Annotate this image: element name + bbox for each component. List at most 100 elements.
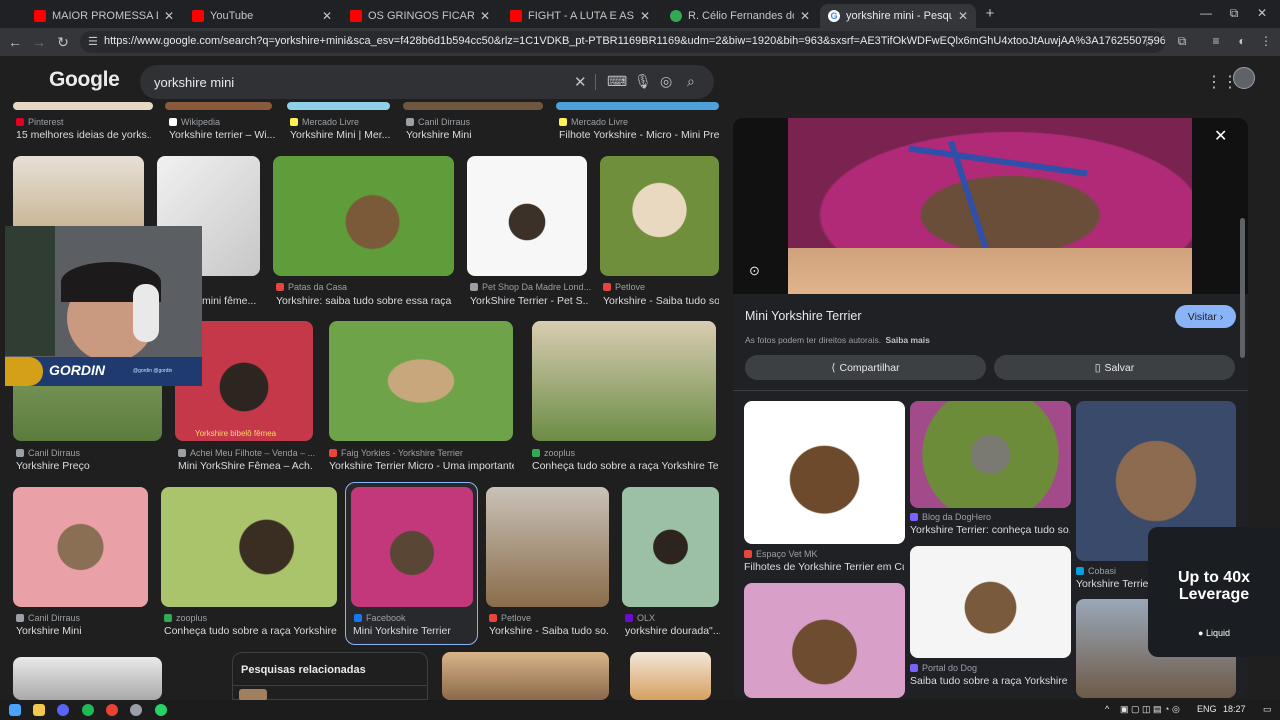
profile-icon[interactable]: ◐ xyxy=(1234,34,1250,48)
source-label[interactable]: Cobasi xyxy=(1076,566,1116,576)
restore-button[interactable]: ⧉ xyxy=(1224,6,1244,21)
discord-icon[interactable] xyxy=(57,704,69,716)
related-caption[interactable]: Saiba tudo sobre a raça Yorkshire ... xyxy=(910,675,1070,687)
result-caption[interactable]: Yorkshire - Saiba tudo so... xyxy=(489,625,609,637)
ad-overlay[interactable]: Up to 40x Leverage ● Liquid xyxy=(1148,527,1280,657)
mic-icon[interactable]: 🎙 xyxy=(634,73,652,90)
source-label[interactable]: Petlove xyxy=(489,613,531,623)
google-logo[interactable]: Google xyxy=(49,68,120,92)
close-tab-icon[interactable]: ✕ xyxy=(164,9,174,23)
result-caption[interactable]: Yorkshire terrier – Wi... xyxy=(169,129,279,141)
result-caption[interactable]: 15 melhores ideias de yorks... xyxy=(16,129,151,141)
tab-1[interactable]: MAIOR PROMESSA DO BASQUE ✕ xyxy=(26,4,182,28)
tab-active[interactable]: G yorkshire mini - Pesquisa Goog ✕ xyxy=(820,4,976,28)
source-label[interactable]: Canil Dirraus xyxy=(16,448,80,458)
result-caption[interactable]: YorkShire Terrier - Pet S... xyxy=(470,295,588,307)
chrome-icon[interactable] xyxy=(106,704,118,716)
close-tab-icon[interactable]: ✕ xyxy=(800,9,810,23)
result-image[interactable] xyxy=(630,652,711,700)
related-image[interactable] xyxy=(910,546,1071,658)
close-tab-icon[interactable]: ✕ xyxy=(640,9,650,23)
source-label[interactable]: Pinterest xyxy=(16,117,64,127)
windows-start-icon[interactable] xyxy=(9,704,21,716)
panel-scrollbar[interactable] xyxy=(1240,218,1245,358)
result-image[interactable] xyxy=(600,156,719,276)
result-caption[interactable]: mini fême... xyxy=(202,295,262,307)
lens-search-icon[interactable]: ⊙ xyxy=(749,263,760,279)
result-caption[interactable]: Yorkshire Mini | Mer... xyxy=(290,129,400,141)
visit-button[interactable]: Visitar › xyxy=(1175,305,1236,328)
result-caption[interactable]: Mini YorkShire Fêmea – Ach... xyxy=(178,460,313,472)
tab-3[interactable]: OS GRINGOS FICARAM em CHO ✕ xyxy=(342,4,498,28)
source-label[interactable]: Canil Dirraus xyxy=(16,613,80,623)
notification-icon[interactable]: ▭ xyxy=(1263,704,1272,715)
search-box[interactable]: yorkshire mini ✕ ⌨ 🎙 ◎ ⌕ xyxy=(140,65,714,99)
share-button[interactable]: ⟨ Compartilhar xyxy=(745,355,986,380)
result-image[interactable] xyxy=(403,102,543,110)
tab-2[interactable]: YouTube ✕ xyxy=(184,4,340,28)
source-label[interactable]: Wikipedia xyxy=(169,117,220,127)
close-window-button[interactable]: ✕ xyxy=(1252,6,1272,20)
keyboard-icon[interactable]: ⌨ xyxy=(607,73,627,90)
spotify-icon[interactable] xyxy=(82,704,94,716)
related-searches-card[interactable]: Pesquisas relacionadas xyxy=(232,652,428,701)
back-icon[interactable]: ← xyxy=(7,34,23,50)
close-tab-icon[interactable]: ✕ xyxy=(322,9,332,23)
clock[interactable]: 18:27 xyxy=(1223,704,1246,714)
result-caption[interactable]: Yorkshire: saiba tudo sobre essa raça ..… xyxy=(276,295,454,307)
result-image[interactable] xyxy=(13,487,148,607)
save-button[interactable]: ▯ Salvar xyxy=(994,355,1235,380)
result-image[interactable] xyxy=(161,487,337,607)
result-image[interactable] xyxy=(273,156,454,276)
tray-chevron-icon[interactable]: ^ xyxy=(1105,704,1109,714)
preview-title[interactable]: Mini Yorkshire Terrier xyxy=(745,309,861,323)
result-caption[interactable]: Yorkshire - Saiba tudo so... xyxy=(603,295,719,307)
tab-5[interactable]: R. Célio Fernandes dos Santos ✕ xyxy=(662,4,818,28)
bookmark-star-icon[interactable]: ☆ xyxy=(1141,34,1157,50)
related-image[interactable] xyxy=(744,583,905,698)
search-icon[interactable]: ⌕ xyxy=(687,73,695,90)
result-caption[interactable]: Yorkshire Preço xyxy=(16,460,161,472)
clear-icon[interactable]: ✕ xyxy=(574,73,587,91)
result-image[interactable] xyxy=(622,487,719,607)
search-input[interactable]: yorkshire mini xyxy=(154,75,234,90)
close-tab-icon[interactable]: ✕ xyxy=(480,9,490,23)
source-label[interactable]: Patas da Casa xyxy=(276,282,347,292)
related-caption[interactable]: Filhotes de Yorkshire Terrier em Cu... xyxy=(744,561,904,573)
avatar[interactable] xyxy=(1233,67,1255,89)
whatsapp-icon[interactable] xyxy=(155,704,167,716)
tab-4[interactable]: FIGHT - A LUTA E AS OPERAÇÕ ✕ xyxy=(502,4,658,28)
address-bar[interactable]: ☰ https://www.google.com/search?q=yorksh… xyxy=(80,31,1165,53)
result-image[interactable] xyxy=(13,657,162,700)
source-label[interactable]: Blog da DogHero xyxy=(910,512,991,522)
source-label[interactable]: zooplus xyxy=(164,613,207,623)
result-image[interactable] xyxy=(165,102,272,110)
result-caption[interactable]: Yorkshire Mini xyxy=(16,625,146,637)
reload-icon[interactable]: ↻ xyxy=(55,34,71,51)
result-caption[interactable]: yorkshire dourada"... xyxy=(625,625,720,637)
obs-icon[interactable] xyxy=(130,704,142,716)
result-caption[interactable]: Conheça tudo sobre a raça Yorkshire ... xyxy=(164,625,337,637)
related-image[interactable] xyxy=(744,401,905,544)
related-caption[interactable]: Yorkshire Terrier: conheça tudo so... xyxy=(910,524,1070,536)
result-caption[interactable]: Filhote Yorkshire - Micro - Mini Pre... xyxy=(559,129,719,141)
result-image[interactable] xyxy=(13,102,153,110)
tray-icons[interactable]: ▣ ▢ ◫ ▤ ◔ ◎ xyxy=(1120,704,1180,715)
learn-more-link[interactable]: Saiba mais xyxy=(885,335,929,345)
related-caption[interactable]: Yorkshire Terrier: xyxy=(1076,578,1148,590)
result-image[interactable] xyxy=(287,102,390,110)
close-icon[interactable]: ✕ xyxy=(1214,126,1227,146)
source-label[interactable]: Achei Meu Filhote – Venda – ... xyxy=(178,448,315,458)
source-label[interactable]: Canil Dirraus xyxy=(406,117,470,127)
result-caption[interactable]: Yorkshire Terrier Micro - Uma importante… xyxy=(329,460,514,472)
source-label[interactable]: OLX xyxy=(625,613,655,623)
language-indicator[interactable]: ENG xyxy=(1197,704,1217,714)
forward-icon[interactable]: → xyxy=(31,34,47,50)
new-tab-button[interactable]: + xyxy=(980,5,1000,22)
source-label[interactable]: Mercado Livre xyxy=(559,117,628,127)
source-label[interactable]: Faig Yorkies - Yorkshire Terrier xyxy=(329,448,463,458)
source-label[interactable]: Mercado Livre xyxy=(290,117,359,127)
result-image[interactable] xyxy=(467,156,587,276)
source-label[interactable]: zooplus xyxy=(532,448,575,458)
source-label[interactable]: Petlove xyxy=(603,282,645,292)
